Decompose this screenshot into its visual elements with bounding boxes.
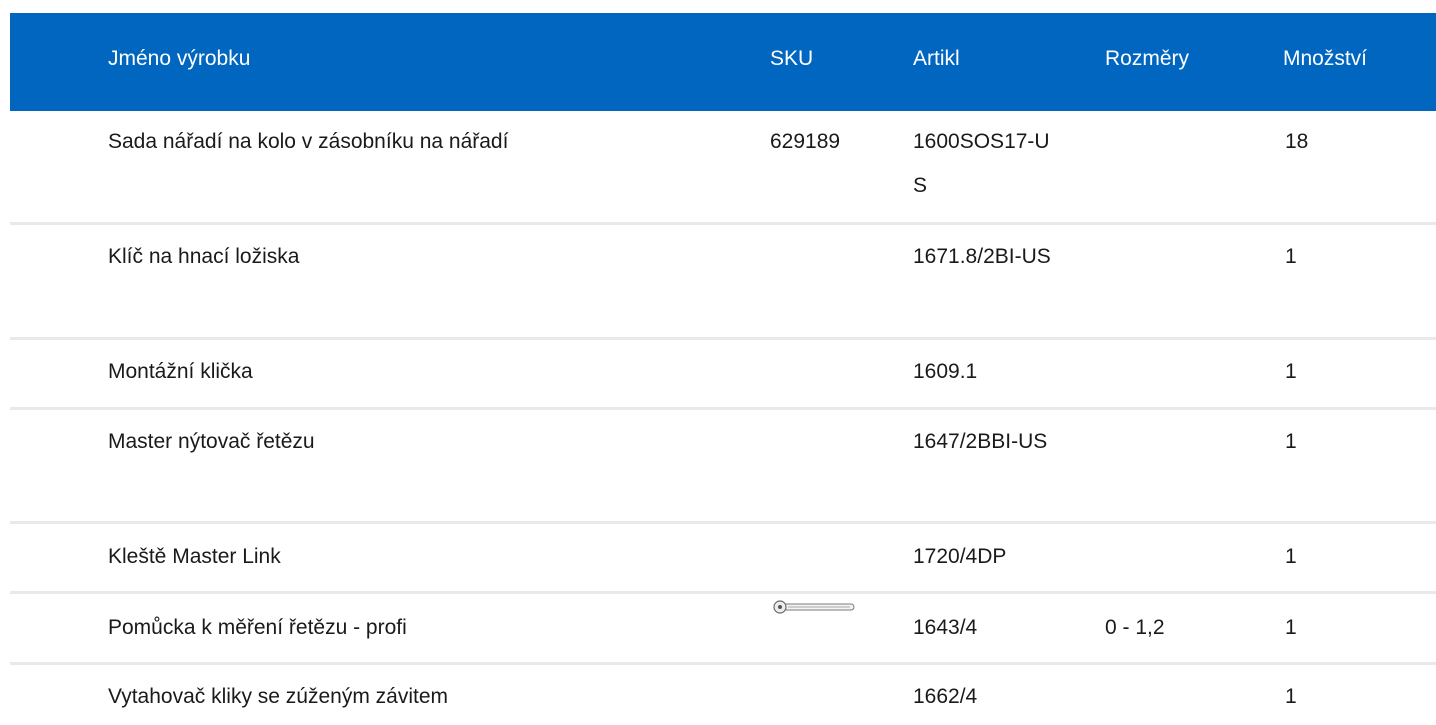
product-dimensions: 0 - 1,2: [1105, 616, 1165, 639]
header-sku[interactable]: SKU: [770, 13, 813, 105]
product-name: Master nýtovač řetězu: [108, 430, 315, 453]
product-article: 1647/2BBI-US: [913, 430, 1048, 453]
product-article: 1720/4DP: [913, 545, 1007, 568]
product-name: Pomůcka k měření řetězu - profi: [108, 616, 407, 639]
product-quantity: 1: [1285, 545, 1297, 568]
chain-gauge-tool-icon: [773, 600, 855, 614]
header-article[interactable]: Artikl: [913, 13, 1063, 105]
product-quantity: 18: [1285, 130, 1309, 153]
table-row: Sada nářadí na kolo v zásobníku na nářad…: [10, 111, 1436, 225]
product-name: Montážní klička: [108, 360, 253, 383]
table-header: Jméno výrobku SKU Artikl Rozměry Množstv…: [10, 13, 1436, 111]
table-row: Klíč na hnací ložiska 1671.8/2BI-US 1: [10, 225, 1436, 340]
product-quantity: 1: [1285, 616, 1297, 639]
product-sku: 629189: [770, 130, 841, 153]
product-quantity: 1: [1285, 685, 1297, 708]
header-dimensions[interactable]: Rozměry: [1105, 13, 1189, 105]
product-name: Kleště Master Link: [108, 545, 281, 568]
table-row: Kleště Master Link 1720/4DP 1: [10, 524, 1436, 594]
product-name: Vytahovač kliky se zúženým závitem: [108, 685, 449, 708]
header-product-name[interactable]: Jméno výrobku: [108, 13, 250, 105]
table-row: Vytahovač kliky se zúženým závitem 1662/…: [10, 665, 1436, 725]
table-row: Master nýtovač řetězu 1647/2BBI-US 1: [10, 410, 1436, 524]
table-row: Montážní klička 1609.1 1: [10, 340, 1436, 410]
product-article: 1662/4: [913, 685, 978, 708]
product-name: Sada nářadí na kolo v zásobníku na nářad…: [108, 130, 509, 153]
product-article: 1671.8/2BI-US: [913, 245, 1051, 268]
product-name: Klíč na hnací ložiska: [108, 245, 300, 268]
product-table: Jméno výrobku SKU Artikl Rozměry Množstv…: [10, 13, 1436, 725]
product-article: 1600SOS17-US: [913, 130, 1050, 197]
product-article: 1609.1: [913, 360, 978, 383]
product-quantity: 1: [1285, 360, 1297, 383]
product-quantity: 1: [1285, 245, 1297, 268]
product-quantity: 1: [1285, 430, 1297, 453]
table-row: Pomůcka k měření řetězu - profi 1643/4 0…: [10, 594, 1436, 665]
header-quantity[interactable]: Množství: [1283, 13, 1367, 105]
product-article: 1643/4: [913, 616, 978, 639]
